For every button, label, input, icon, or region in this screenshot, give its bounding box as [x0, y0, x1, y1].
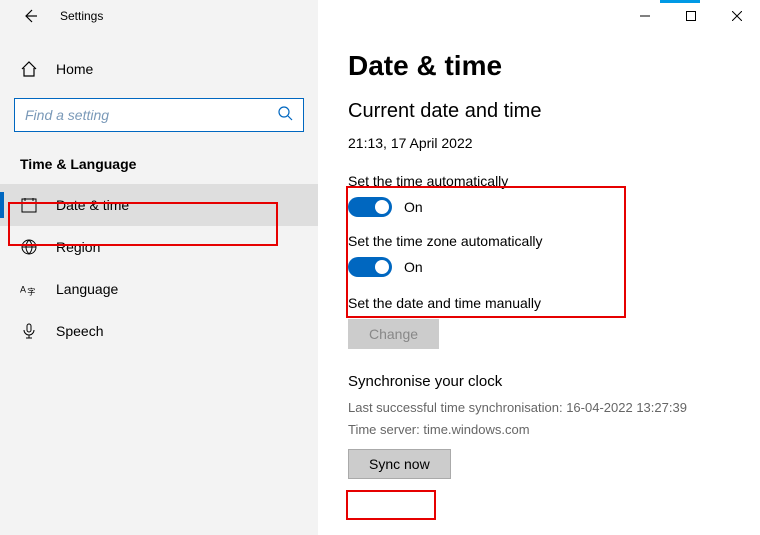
globe-icon	[20, 238, 38, 256]
auto-timezone-state: On	[404, 259, 423, 275]
main-content: Date & time Current date and time 21:13,…	[318, 0, 760, 535]
sidebar-home[interactable]: Home	[0, 50, 318, 88]
section-current-datetime: Current date and time	[348, 100, 730, 123]
auto-time-toggle[interactable]	[348, 197, 392, 217]
sync-heading: Synchronise your clock	[348, 373, 730, 390]
sidebar-item-speech[interactable]: Speech	[0, 310, 318, 352]
back-button[interactable]	[18, 4, 42, 28]
current-datetime-value: 21:13, 17 April 2022	[348, 135, 730, 151]
sync-last-info: Last successful time synchronisation: 16…	[348, 398, 730, 418]
svg-text:A: A	[20, 285, 26, 295]
sidebar-item-region[interactable]: Region	[0, 226, 318, 268]
svg-text:字: 字	[27, 286, 35, 296]
page-title: Date & time	[348, 50, 730, 82]
sync-now-button[interactable]: Sync now	[348, 449, 451, 479]
sidebar-item-language[interactable]: A字 Language	[0, 268, 318, 310]
sidebar-item-label: Speech	[56, 323, 103, 339]
sidebar-item-date-time[interactable]: Date & time	[0, 184, 318, 226]
maximize-button[interactable]	[668, 0, 714, 32]
sidebar-category: Time & Language	[0, 150, 318, 184]
auto-timezone-label: Set the time zone automatically	[348, 233, 730, 249]
sidebar: Home Time & Language Date & time Region	[0, 0, 318, 535]
sidebar-item-label: Region	[56, 239, 100, 255]
language-icon: A字	[20, 280, 38, 298]
search-icon	[277, 105, 293, 126]
titlebar: Settings	[0, 0, 760, 32]
calendar-icon	[20, 196, 38, 214]
sync-server-info: Time server: time.windows.com	[348, 420, 730, 440]
auto-timezone-toggle[interactable]	[348, 257, 392, 277]
microphone-icon	[20, 322, 38, 340]
sidebar-home-label: Home	[56, 61, 93, 77]
manual-time-label: Set the date and time manually	[348, 295, 730, 311]
search-input[interactable]	[25, 107, 277, 123]
change-button: Change	[348, 319, 439, 349]
close-button[interactable]	[714, 0, 760, 32]
auto-time-label: Set the time automatically	[348, 173, 730, 189]
home-icon	[20, 60, 38, 78]
sidebar-item-label: Language	[56, 281, 118, 297]
sidebar-item-label: Date & time	[56, 197, 129, 213]
window-title: Settings	[60, 9, 103, 23]
search-box[interactable]	[14, 98, 304, 132]
minimize-button[interactable]	[622, 0, 668, 32]
auto-time-state: On	[404, 199, 423, 215]
